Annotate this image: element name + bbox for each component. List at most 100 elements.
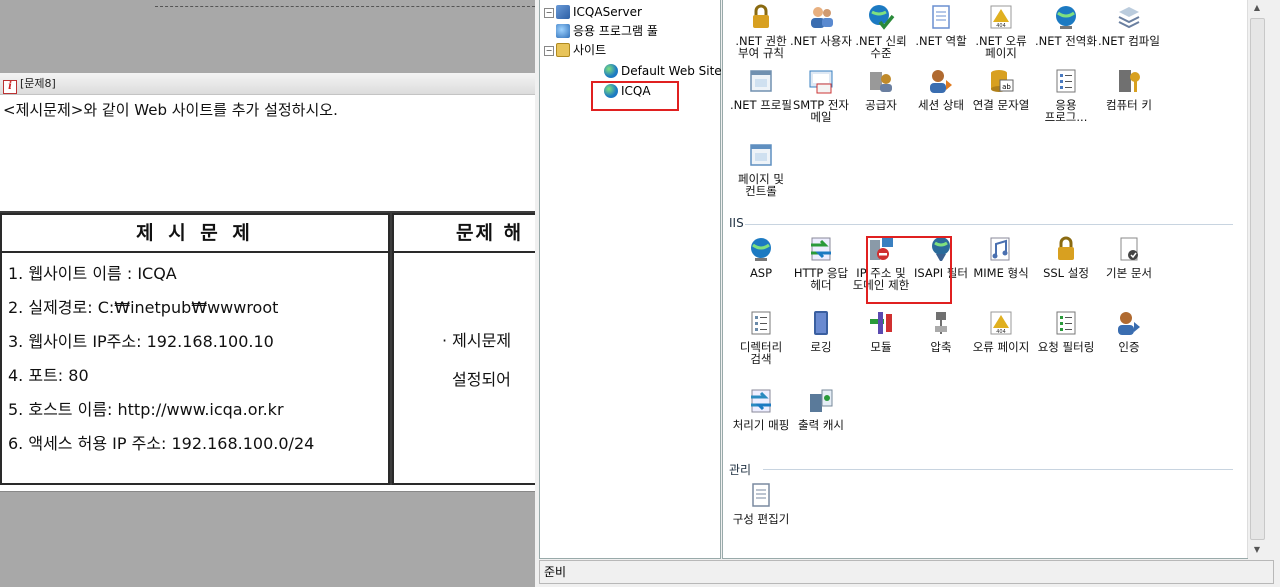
tree-node-app-pools[interactable]: 응용 프로그램 풀: [556, 22, 658, 40]
problem-item: 3. 웹사이트 IP주소: 192.168.100.10: [8, 332, 274, 351]
feature-net-profile[interactable]: .NET 프로필: [727, 66, 795, 111]
feature-net-roles[interactable]: .NET 역할: [907, 2, 975, 47]
asp-icon: [746, 234, 776, 264]
feature-label: 모듈: [870, 340, 892, 354]
svg-text:ab: ab: [1002, 83, 1011, 91]
machine-key-icon: [1114, 66, 1144, 96]
svg-text:404: 404: [996, 23, 1006, 29]
problem-item: 6. 액세스 허용 IP 주소: 192.168.100.0/24: [8, 434, 315, 453]
feature-net-compilation[interactable]: .NET 컴파일: [1095, 2, 1163, 47]
feature-label: 기본 문서: [1106, 266, 1152, 280]
tree-node-sites[interactable]: − 사이트: [544, 41, 606, 59]
directory-browsing-icon: [746, 308, 776, 338]
feature-label: 구성 편집기: [732, 512, 790, 526]
question-info-icon: i: [3, 80, 17, 94]
net-authorization-rules-icon: [746, 2, 776, 32]
highlight-box-ip-domain: [866, 236, 952, 304]
dashed-separator: [155, 0, 540, 7]
feature-smtp-email[interactable]: SMTP 전자 메일: [787, 66, 855, 123]
problem-item: 5. 호스트 이름: http://www.icqa.or.kr: [8, 400, 284, 419]
feature-logging[interactable]: 로깅: [787, 308, 855, 353]
question-header: i [문제8]: [0, 73, 535, 95]
output-caching-icon: [806, 386, 836, 416]
feature-label: 로깅: [810, 340, 832, 354]
feature-compression[interactable]: 압축: [907, 308, 975, 353]
compression-icon: [926, 308, 956, 338]
feature-net-users[interactable]: .NET 사용자: [787, 2, 855, 47]
feature-label: 메일: [810, 110, 832, 124]
feature-handler-mappings[interactable]: 처리기 매핑: [727, 386, 795, 431]
feature-label: MIME 형식: [973, 266, 1029, 280]
tree-node-server[interactable]: − ICQAServer: [544, 3, 642, 21]
features-view: .NET 권한 부여 규칙 .NET 사용자 .NET 신뢰 수준 .NET 역할 404.…: [722, 0, 1248, 559]
feature-label: 인증: [1118, 340, 1140, 354]
feature-pages-and-controls[interactable]: 페이지 및 컨트롤: [727, 140, 795, 197]
feature-providers[interactable]: 공급자: [847, 66, 915, 111]
feature-label: 검색: [750, 352, 772, 366]
feature-label: 페이지: [985, 46, 1017, 60]
section-header-management: 관리: [729, 463, 752, 477]
feature-ssl-settings[interactable]: SSL 설정: [1032, 234, 1100, 279]
feature-label: 처리기 매핑: [732, 418, 790, 432]
net-compilation-icon: [1114, 2, 1144, 32]
feature-label: SSL 설정: [1043, 266, 1089, 280]
feature-request-filtering[interactable]: 요청 필터링: [1032, 308, 1100, 353]
feature-net-authorization-rules[interactable]: .NET 권한 부여 규칙: [727, 2, 795, 59]
collapse-icon[interactable]: −: [544, 46, 554, 56]
feature-label: 요청 필터링: [1037, 340, 1095, 354]
feature-label: .NET 컴파일: [1098, 34, 1160, 48]
highlight-box-icqa: [591, 81, 679, 111]
feature-session-state[interactable]: 세션 상태: [907, 66, 975, 111]
net-trust-levels-icon: [866, 2, 896, 32]
net-globalization-icon: [1051, 2, 1081, 32]
feature-directory-browsing[interactable]: 디렉터리 검색: [727, 308, 795, 365]
feature-net-trust-levels[interactable]: .NET 신뢰 수준: [847, 2, 915, 59]
section-divider: [763, 469, 1233, 470]
configuration-editor-icon: [746, 480, 776, 510]
feature-modules[interactable]: 모듈: [847, 308, 915, 353]
feature-output-caching[interactable]: 출력 캐시: [787, 386, 855, 431]
tree-node-default-web-site[interactable]: Default Web Site: [604, 62, 722, 80]
sites-folder-icon: [556, 43, 570, 57]
connection-strings-icon: ab: [986, 66, 1016, 96]
solution-line: 설정되어: [452, 370, 511, 389]
error-pages-icon: 404: [986, 308, 1016, 338]
feature-label: 공급자: [865, 98, 897, 112]
feature-http-response-headers[interactable]: HTTP 응답 헤더: [787, 234, 855, 291]
feature-label: 연결 문자열: [972, 98, 1030, 112]
net-error-pages-icon: 404: [986, 2, 1016, 32]
feature-label: 오류 페이지: [972, 340, 1030, 354]
scroll-thumb[interactable]: [1250, 18, 1265, 540]
feature-net-globalization[interactable]: .NET 전역화: [1032, 2, 1100, 47]
question-table: 제 시 문 제 1. 웹사이트 이름 : ICQA 2. 실제경로: C:₩in…: [0, 211, 546, 485]
iis-manager-window: − ICQAServer 응용 프로그램 풀 − 사이트 Default Web S…: [535, 0, 1280, 587]
svg-text:404: 404: [996, 329, 1006, 335]
server-icon: [556, 5, 570, 19]
net-roles-icon: [926, 2, 956, 32]
vertical-scrollbar[interactable]: ▲ ▼: [1247, 0, 1266, 558]
feature-error-pages[interactable]: 404 오류 페이지: [967, 308, 1035, 353]
solution-line: · 제시문제: [442, 331, 512, 350]
scroll-down-icon[interactable]: ▼: [1248, 542, 1266, 558]
feature-net-error-pages[interactable]: 404 .NET 오류 페이지: [967, 2, 1035, 59]
feature-default-document[interactable]: 기본 문서: [1095, 234, 1163, 279]
given-problem-header: 제 시 문 제: [2, 215, 388, 253]
feature-asp[interactable]: ASP: [727, 234, 795, 279]
feature-machine-key[interactable]: 컴퓨터 키: [1095, 66, 1163, 111]
solution-header: 문제 해: [394, 215, 544, 253]
feature-label: 수준: [870, 46, 892, 60]
feature-configuration-editor[interactable]: 구성 편집기: [727, 480, 795, 525]
session-state-icon: [926, 66, 956, 96]
connections-tree[interactable]: − ICQAServer 응용 프로그램 풀 − 사이트 Default Web S…: [539, 0, 722, 559]
feature-authentication[interactable]: 인증: [1095, 308, 1163, 353]
collapse-icon[interactable]: −: [544, 8, 554, 18]
feature-application-settings[interactable]: 응용 프로그...: [1032, 66, 1100, 123]
problem-item: 1. 웹사이트 이름 : ICQA: [8, 264, 177, 283]
section-header-iis: IIS: [729, 216, 744, 230]
http-response-headers-icon: [806, 234, 836, 264]
authentication-icon: [1114, 308, 1144, 338]
feature-connection-strings[interactable]: ab 연결 문자열: [967, 66, 1035, 111]
scroll-up-icon[interactable]: ▲: [1248, 0, 1266, 16]
globe-icon: [604, 64, 618, 78]
feature-mime-types[interactable]: MIME 형식: [967, 234, 1035, 279]
